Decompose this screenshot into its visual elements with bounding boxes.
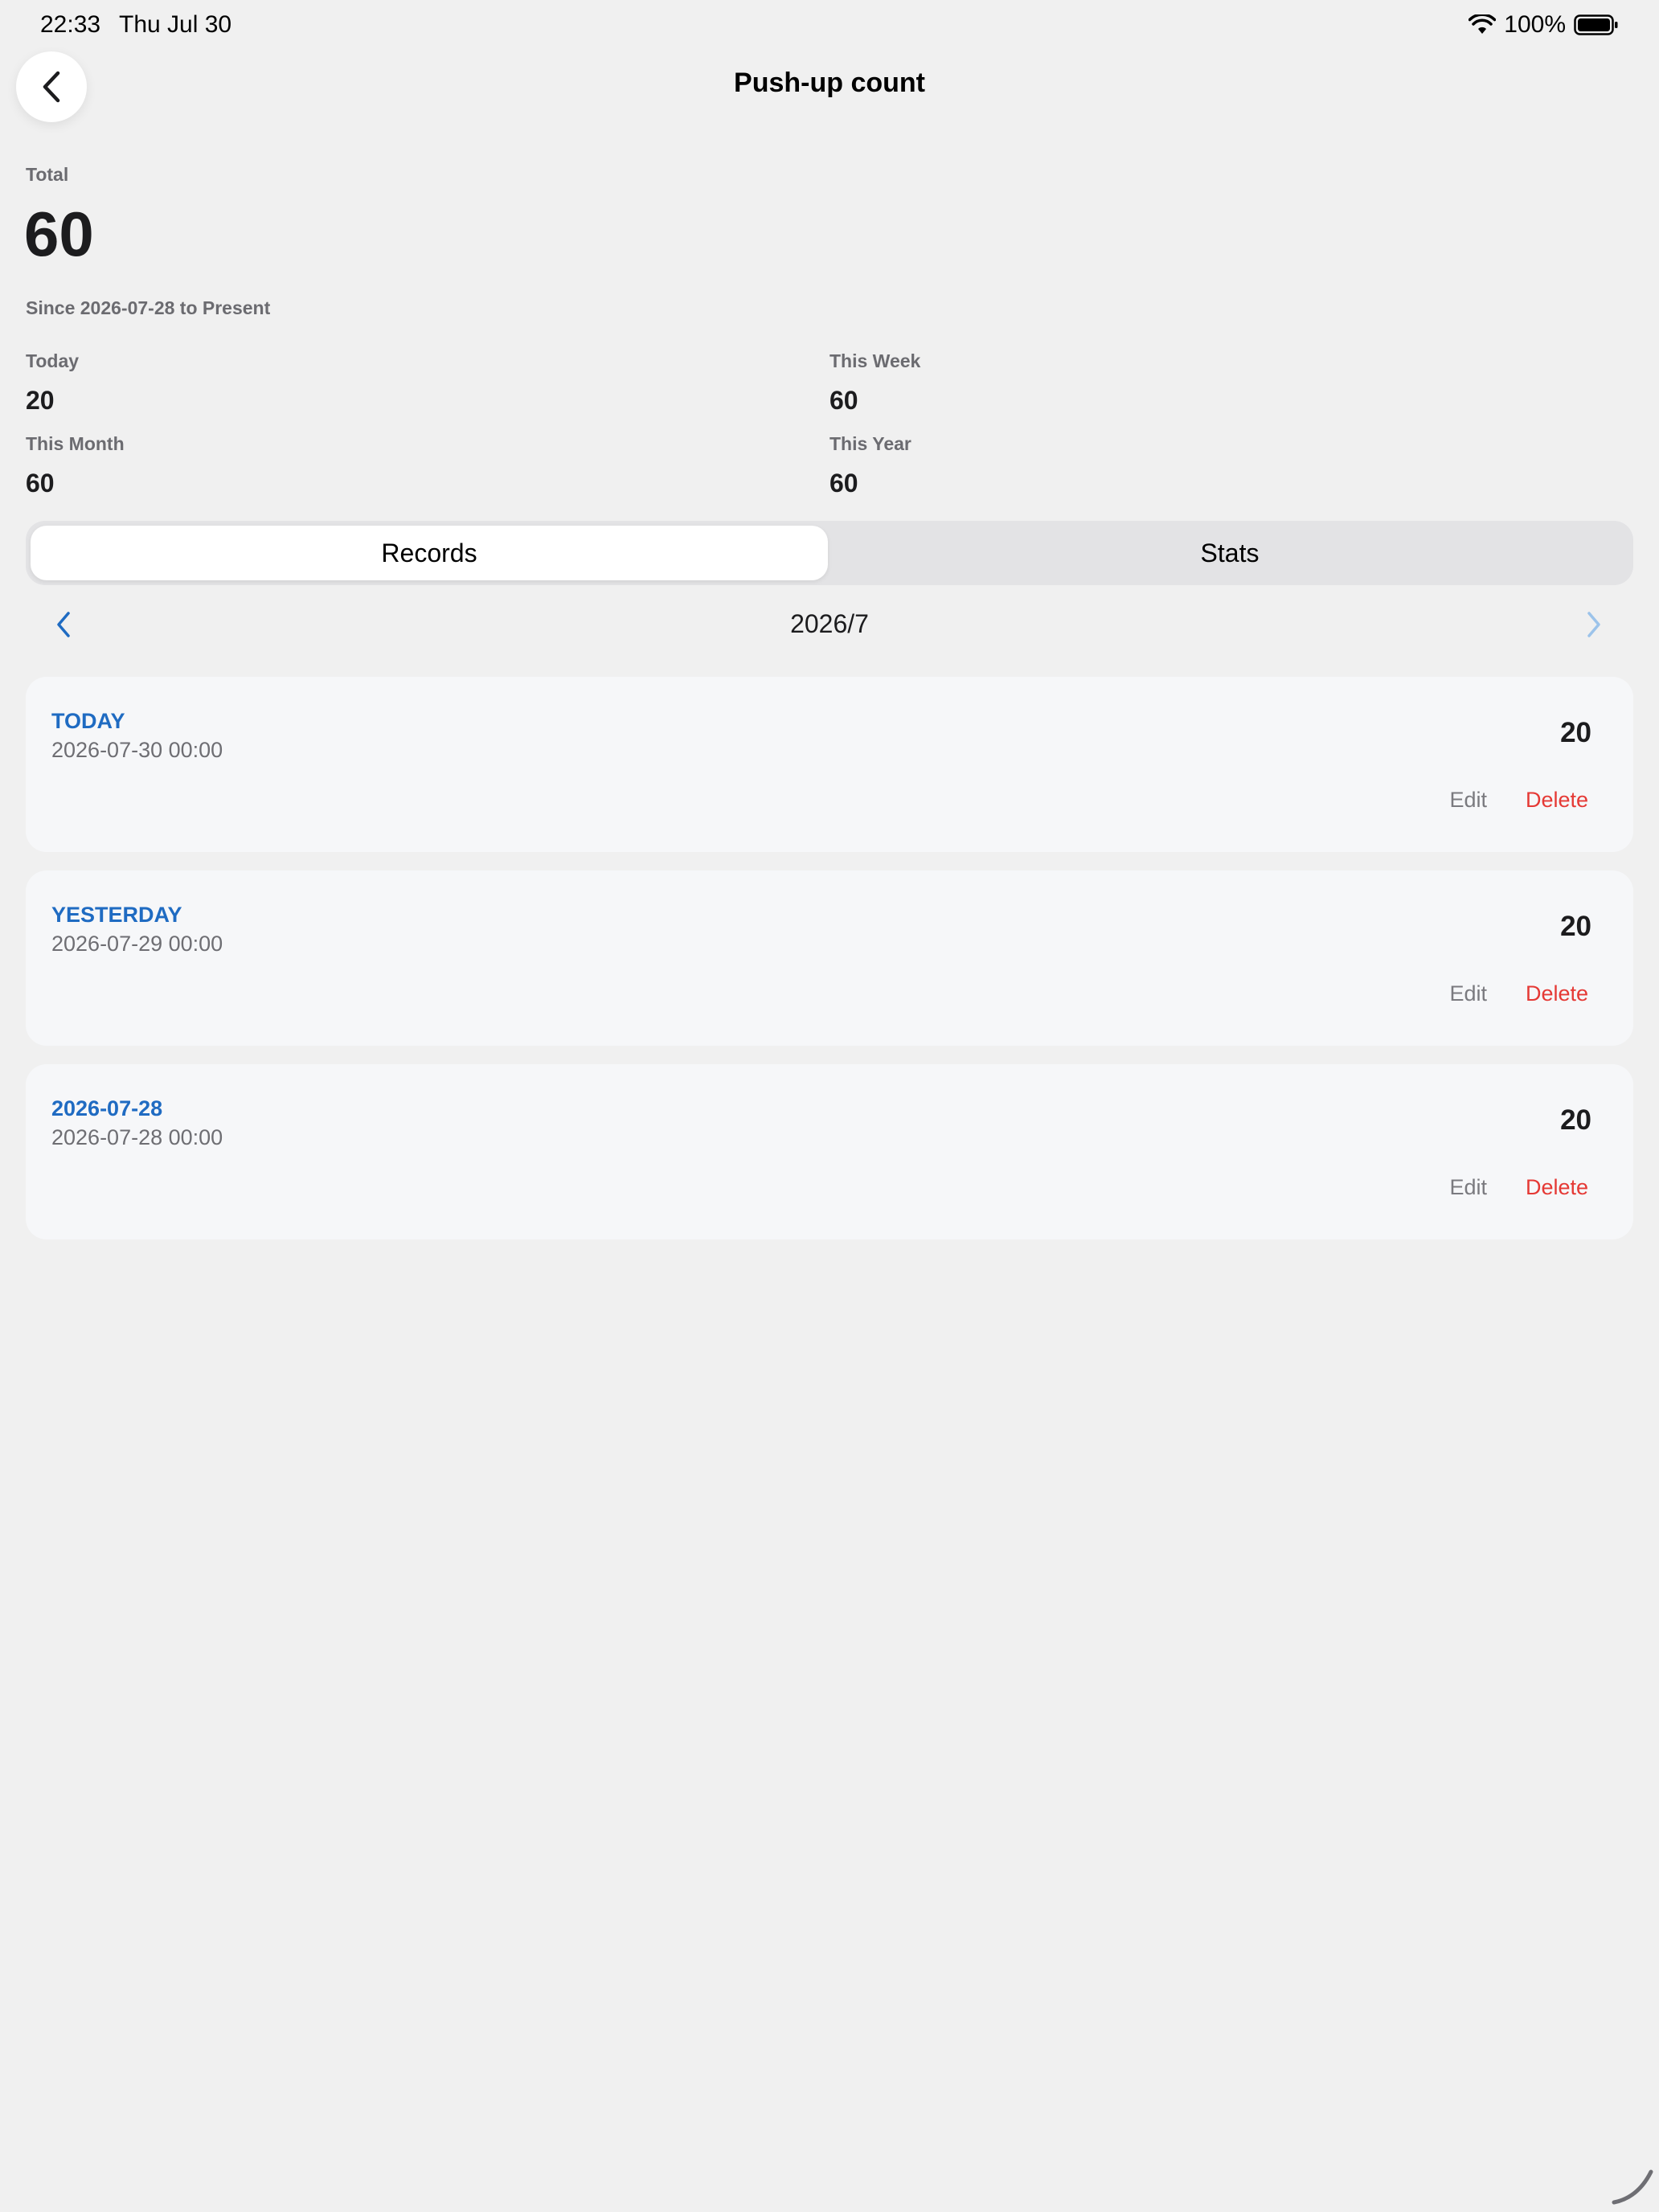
edit-button[interactable]: Edit: [1449, 1175, 1487, 1200]
record-card: 2026-07-28 2026-07-28 00:00 20 Edit Dele…: [26, 1064, 1633, 1239]
tab-records[interactable]: Records: [31, 526, 828, 580]
chevron-right-icon: [1587, 612, 1600, 637]
view-switcher: Records Stats: [26, 521, 1633, 585]
stat-year-label: This Year: [830, 433, 911, 454]
record-count: 20: [1560, 911, 1591, 942]
battery-icon: [1574, 14, 1618, 35]
record-datetime: 2026-07-30 00:00: [51, 738, 223, 762]
stat-today-value: 20: [26, 386, 55, 415]
edit-button[interactable]: Edit: [1449, 788, 1487, 813]
status-time: 22:33: [40, 11, 101, 38]
record-card: TODAY 2026-07-30 00:00 20 Edit Delete: [26, 677, 1633, 852]
current-month-label: 2026/7: [790, 609, 869, 638]
record-day-label: YESTERDAY: [51, 903, 182, 927]
record-count: 20: [1560, 1104, 1591, 1136]
home-indicator-icon: [1612, 2169, 1653, 2205]
stat-week-value: 60: [830, 386, 858, 415]
stat-month-value: 60: [26, 469, 55, 498]
status-indicators: 100%: [1469, 11, 1619, 39]
record-day-label: 2026-07-28: [51, 1096, 163, 1120]
record-datetime: 2026-07-29 00:00: [51, 932, 223, 956]
record-datetime: 2026-07-28 00:00: [51, 1125, 223, 1149]
stat-week-label: This Week: [830, 350, 921, 371]
edit-button[interactable]: Edit: [1449, 981, 1487, 1006]
next-month-button[interactable]: [1580, 609, 1608, 640]
wifi-icon: [1469, 14, 1497, 34]
record-count: 20: [1560, 717, 1591, 748]
delete-button[interactable]: Delete: [1526, 1175, 1588, 1200]
status-date: Thu Jul 30: [119, 11, 232, 38]
status-bar: 22:33 Thu Jul 30 100%: [0, 0, 1659, 51]
record-day-label: TODAY: [51, 709, 125, 733]
stat-today-label: Today: [26, 350, 80, 371]
record-card: YESTERDAY 2026-07-29 00:00 20 Edit Delet…: [26, 870, 1633, 1046]
battery-percentage: 100%: [1504, 11, 1566, 38]
page-title: Push-up count: [734, 68, 925, 98]
total-value: 60: [24, 199, 94, 269]
delete-button[interactable]: Delete: [1526, 788, 1588, 813]
delete-button[interactable]: Delete: [1526, 981, 1588, 1006]
stat-month-label: This Month: [26, 433, 125, 454]
total-label: Total: [26, 164, 69, 185]
app-screen: 22:33 Thu Jul 30 100% Push-up count Tota…: [0, 0, 1659, 2212]
since-date-range: Since 2026-07-28 to Present: [26, 297, 271, 318]
stat-year-value: 60: [830, 469, 858, 498]
tab-stats[interactable]: Stats: [831, 526, 1628, 580]
